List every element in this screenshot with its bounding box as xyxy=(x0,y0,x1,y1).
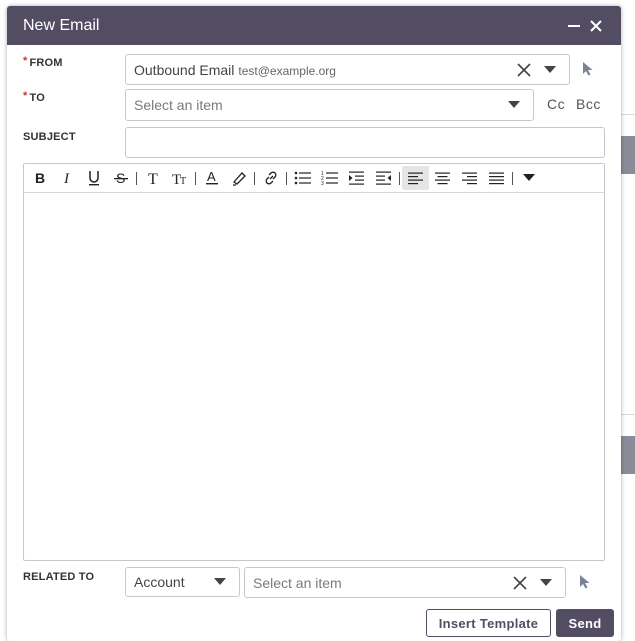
from-label: * FROM xyxy=(23,55,63,69)
align-justify-icon[interactable] xyxy=(483,166,510,190)
align-center-icon[interactable] xyxy=(429,166,456,190)
toolbar-separator xyxy=(195,171,196,185)
to-label-text: TO xyxy=(29,92,45,104)
toolbar-separator xyxy=(286,171,287,185)
editor-toolbar: B I S T TT A 123 xyxy=(24,164,604,193)
bullet-list-icon[interactable] xyxy=(289,166,316,190)
svg-text:B: B xyxy=(35,171,45,185)
toolbar-separator xyxy=(512,171,513,185)
minimize-icon[interactable] xyxy=(565,17,583,35)
dialog-titlebar: New Email xyxy=(7,6,621,45)
align-left-icon[interactable] xyxy=(402,166,429,190)
link-icon[interactable] xyxy=(257,166,284,190)
from-value: Outbound Email test@example.org xyxy=(134,62,511,78)
insert-template-button[interactable]: Insert Template xyxy=(426,609,551,637)
related-module-select[interactable]: Account xyxy=(125,567,240,597)
new-email-dialog: New Email * FROM Outbound Email test@examp… xyxy=(7,6,621,641)
chevron-down-icon[interactable] xyxy=(533,570,559,596)
related-record-field[interactable]: Select an item xyxy=(244,567,566,598)
to-field[interactable]: Select an item xyxy=(125,89,534,121)
to-label: * TO xyxy=(23,90,45,104)
subject-input[interactable] xyxy=(125,127,605,158)
bcc-button[interactable]: Bcc xyxy=(576,96,601,112)
indent-icon[interactable] xyxy=(343,166,370,190)
from-email: test@example.org xyxy=(238,63,336,78)
cursor-select-icon[interactable] xyxy=(572,568,598,594)
font-family-icon[interactable]: T xyxy=(139,166,166,190)
required-mark: * xyxy=(23,90,28,102)
svg-text:T: T xyxy=(148,171,158,185)
svg-text:T: T xyxy=(180,176,186,185)
close-icon[interactable] xyxy=(587,17,605,35)
dialog-title: New Email xyxy=(23,16,100,34)
chevron-down-icon[interactable] xyxy=(537,57,563,83)
background-divider xyxy=(621,114,635,115)
numbered-list-icon[interactable]: 123 xyxy=(316,166,343,190)
required-mark: * xyxy=(23,55,28,67)
to-placeholder: Select an item xyxy=(134,97,223,113)
toolbar-separator xyxy=(136,171,137,185)
email-body-editor: B I S T TT A 123 xyxy=(23,163,605,561)
font-size-icon[interactable]: TT xyxy=(166,166,193,190)
svg-text:I: I xyxy=(63,171,70,185)
align-right-icon[interactable] xyxy=(456,166,483,190)
clear-icon[interactable] xyxy=(511,57,537,83)
from-account-name: Outbound Email xyxy=(134,61,235,78)
text-color-icon[interactable]: A xyxy=(198,166,225,190)
underline-icon[interactable] xyxy=(80,166,107,190)
clear-icon[interactable] xyxy=(507,570,533,596)
cc-button[interactable]: Cc xyxy=(547,96,565,112)
toolbar-separator xyxy=(254,171,255,185)
toolbar-separator xyxy=(399,171,400,185)
chevron-down-icon[interactable] xyxy=(501,92,527,118)
italic-icon[interactable]: I xyxy=(53,166,80,190)
send-button[interactable]: Send xyxy=(556,609,614,637)
cursor-select-icon[interactable] xyxy=(575,55,601,81)
outdent-icon[interactable] xyxy=(370,166,397,190)
from-field[interactable]: Outbound Email test@example.org xyxy=(125,54,570,85)
related-record-placeholder: Select an item xyxy=(253,574,342,591)
related-to-label: RELATED TO xyxy=(23,571,95,583)
highlight-icon[interactable] xyxy=(225,166,252,190)
from-label-text: FROM xyxy=(29,57,63,69)
chevron-down-icon xyxy=(207,569,233,595)
svg-text:A: A xyxy=(207,170,216,184)
strikethrough-icon[interactable]: S xyxy=(107,166,134,190)
background-divider xyxy=(621,414,635,415)
related-module-value: Account xyxy=(134,574,185,590)
email-body-textarea[interactable] xyxy=(24,193,604,560)
svg-text:3: 3 xyxy=(321,181,324,185)
bold-icon[interactable]: B xyxy=(26,166,53,190)
subject-label: SUBJECT xyxy=(23,131,76,143)
more-options-icon[interactable] xyxy=(515,166,542,190)
